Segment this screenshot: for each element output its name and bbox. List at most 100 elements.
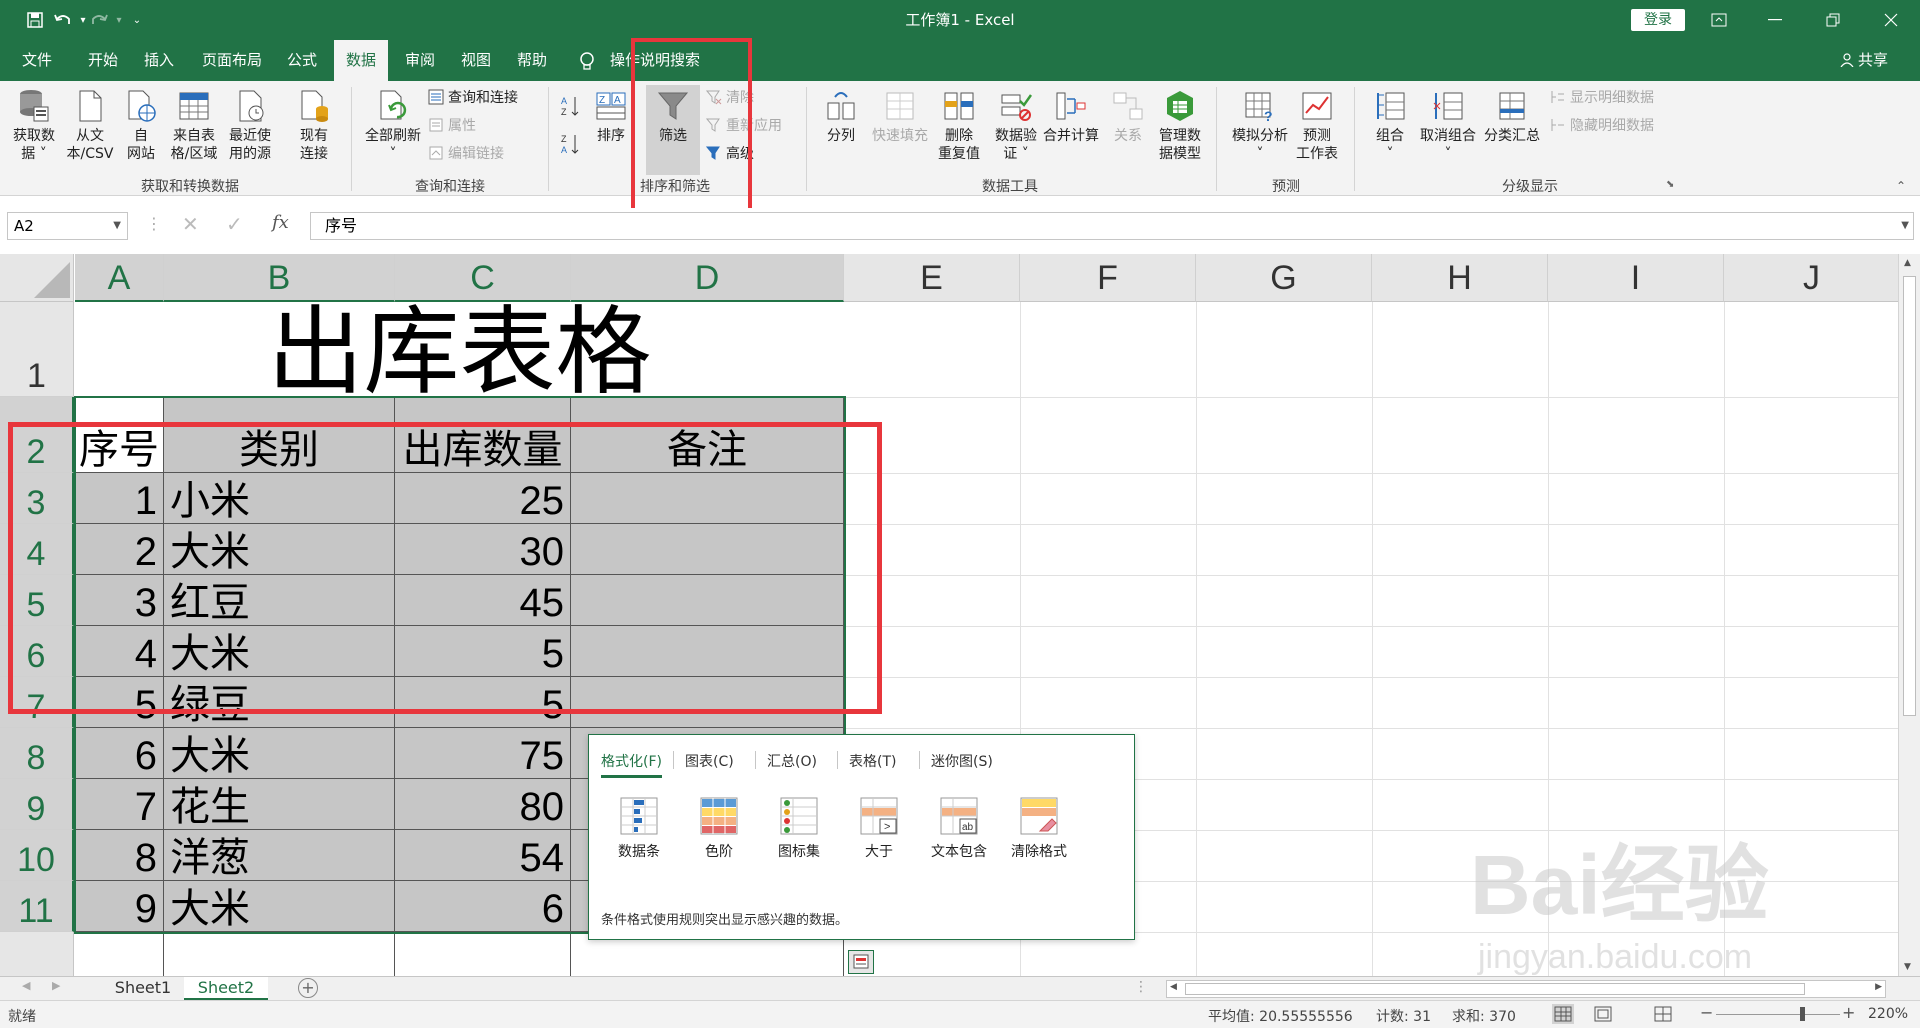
- normal-view-icon[interactable]: [1552, 1004, 1574, 1024]
- tab-review[interactable]: 审阅: [394, 40, 446, 81]
- existing-connections-button[interactable]: 现有 连接: [286, 87, 342, 163]
- cell-b12[interactable]: [164, 932, 395, 976]
- row-header-9[interactable]: 9: [0, 779, 74, 830]
- what-if-analysis-button[interactable]: ? 模拟分析 ˅: [1228, 87, 1292, 163]
- tab-page-layout[interactable]: 页面布局: [194, 40, 270, 81]
- next-sheet-icon[interactable]: ▶: [52, 979, 60, 992]
- tab-formulas[interactable]: 公式: [276, 40, 328, 81]
- restore-icon[interactable]: [1810, 0, 1856, 40]
- share-button[interactable]: 共享: [1840, 40, 1888, 81]
- column-header-g[interactable]: G: [1196, 254, 1372, 302]
- relationships-button[interactable]: 关系: [1104, 87, 1152, 145]
- vertical-scroll-thumb[interactable]: [1903, 276, 1916, 716]
- qa-text-contains[interactable]: ab 文本包含: [923, 797, 995, 861]
- sort-descending-button[interactable]: ZA: [560, 133, 584, 155]
- add-sheet-icon[interactable]: +: [298, 978, 318, 998]
- text-to-columns-button[interactable]: 分列: [818, 87, 864, 145]
- row-header-10[interactable]: 10: [0, 830, 74, 881]
- minimize-icon[interactable]: [1752, 0, 1798, 40]
- forecast-sheet-button[interactable]: 预测 工作表: [1292, 87, 1342, 163]
- qa-tab-tables[interactable]: 表格(T): [849, 751, 896, 771]
- formula-input[interactable]: 序号 ▼: [310, 212, 1914, 240]
- sort-button[interactable]: ZA 排序: [588, 87, 634, 145]
- manage-data-model-button[interactable]: 管理数 据模型: [1152, 87, 1208, 163]
- consolidate-button[interactable]: 合并计算: [1040, 87, 1102, 145]
- properties-button[interactable]: 属性: [428, 115, 476, 137]
- get-data-button[interactable]: 获取数 据 ˅: [6, 87, 62, 163]
- quick-analysis-button[interactable]: [848, 950, 874, 974]
- edit-links-button[interactable]: 编辑链接: [428, 143, 504, 165]
- tab-insert[interactable]: 插入: [132, 40, 186, 81]
- insert-function-icon[interactable]: fx: [272, 212, 289, 233]
- tab-home[interactable]: 开始: [74, 40, 132, 81]
- qa-greater-than[interactable]: > 大于: [843, 797, 915, 861]
- column-header-e[interactable]: E: [844, 254, 1020, 302]
- sort-ascending-button[interactable]: AZ: [560, 95, 584, 117]
- refresh-all-button[interactable]: 全部刷新 ˅: [358, 87, 428, 163]
- hide-detail-button[interactable]: 隐藏明细数据: [1550, 115, 1654, 137]
- scroll-right-icon[interactable]: ▶: [1875, 982, 1882, 992]
- page-layout-view-icon[interactable]: [1592, 1004, 1614, 1024]
- dialog-launcher-icon[interactable]: ⬊: [1666, 179, 1674, 190]
- qa-tab-totals[interactable]: 汇总(O): [767, 751, 817, 771]
- column-header-i[interactable]: I: [1548, 254, 1724, 302]
- zoom-in-icon[interactable]: +: [1842, 1003, 1855, 1022]
- qa-tab-formatting[interactable]: 格式化(F): [601, 751, 662, 778]
- cancel-icon[interactable]: ✕: [182, 212, 199, 236]
- qa-color-scale[interactable]: 色阶: [683, 797, 755, 861]
- tab-data[interactable]: 数据: [334, 40, 388, 81]
- qa-tab-sparklines[interactable]: 迷你图(S): [931, 751, 993, 771]
- column-header-h[interactable]: H: [1372, 254, 1548, 302]
- cell-a12[interactable]: [75, 932, 164, 976]
- sheet-title-cell[interactable]: 出库表格: [75, 302, 844, 402]
- show-detail-button[interactable]: 显示明细数据: [1550, 87, 1654, 109]
- ungroup-button[interactable]: 取消组合 ˅: [1416, 87, 1480, 163]
- horizontal-scrollbar[interactable]: ◀ ▶: [1166, 980, 1886, 998]
- queries-connections-button[interactable]: 查询和连接: [428, 87, 518, 109]
- column-header-j[interactable]: J: [1724, 254, 1898, 302]
- subtotal-button[interactable]: 分类汇总: [1480, 87, 1544, 145]
- column-header-a[interactable]: A: [75, 254, 164, 302]
- name-box-dropdown-icon[interactable]: ▼: [113, 213, 121, 239]
- zoom-slider[interactable]: [1716, 1014, 1840, 1015]
- from-text-button[interactable]: 从文 本/CSV: [62, 87, 118, 163]
- ribbon-display-options-icon[interactable]: [1696, 0, 1742, 40]
- column-header-d[interactable]: D: [571, 254, 844, 302]
- from-table-button[interactable]: 来自表 格/区域: [166, 87, 222, 163]
- sheet-tab-sheet1[interactable]: Sheet1: [106, 977, 180, 1001]
- qa-tab-charts[interactable]: 图表(C): [685, 751, 734, 771]
- recent-sources-button[interactable]: 最近使 用的源: [222, 87, 278, 163]
- enter-icon[interactable]: ✓: [226, 212, 243, 236]
- tab-help[interactable]: 帮助: [506, 40, 558, 81]
- group-button[interactable]: 组合 ˅: [1364, 87, 1416, 163]
- qa-clear-format[interactable]: 清除格式: [1003, 797, 1075, 861]
- column-header-b[interactable]: B: [164, 254, 395, 302]
- scroll-up-icon[interactable]: ▲: [1904, 258, 1911, 268]
- data-validation-button[interactable]: 数据验 证 ˅: [988, 87, 1044, 163]
- zoom-out-icon[interactable]: −: [1700, 1003, 1713, 1022]
- horizontal-scroll-thumb[interactable]: [1185, 983, 1805, 995]
- remove-duplicates-button[interactable]: 删除 重复值: [932, 87, 986, 163]
- tab-split-icon[interactable]: ⋮: [1134, 979, 1148, 995]
- column-header-c[interactable]: C: [395, 254, 571, 302]
- flash-fill-button[interactable]: 快速填充: [868, 87, 932, 145]
- row-header-12[interactable]: [0, 932, 74, 976]
- row-header-8[interactable]: 8: [0, 728, 74, 779]
- column-header-f[interactable]: F: [1020, 254, 1196, 302]
- vertical-scrollbar[interactable]: ▲ ▼: [1898, 254, 1920, 976]
- zoom-level[interactable]: 220%: [1868, 1006, 1908, 1022]
- qa-icon-set[interactable]: 图标集: [763, 797, 835, 861]
- row-header-1[interactable]: 1: [0, 302, 74, 397]
- name-box[interactable]: A2 ▼: [7, 212, 128, 240]
- select-all-corner[interactable]: [0, 254, 74, 302]
- qa-data-bars[interactable]: 数据条: [603, 797, 675, 861]
- collapse-ribbon-icon[interactable]: ⌃: [1896, 179, 1906, 193]
- page-break-view-icon[interactable]: [1652, 1004, 1674, 1024]
- expand-formula-icon[interactable]: ▼: [1901, 213, 1909, 239]
- from-web-button[interactable]: 自 网站: [118, 87, 164, 163]
- zoom-slider-thumb[interactable]: [1800, 1007, 1805, 1021]
- prev-sheet-icon[interactable]: ◀: [22, 979, 30, 992]
- scroll-left-icon[interactable]: ◀: [1170, 982, 1177, 992]
- login-button[interactable]: 登录: [1631, 9, 1685, 31]
- cell-c12[interactable]: [395, 932, 571, 976]
